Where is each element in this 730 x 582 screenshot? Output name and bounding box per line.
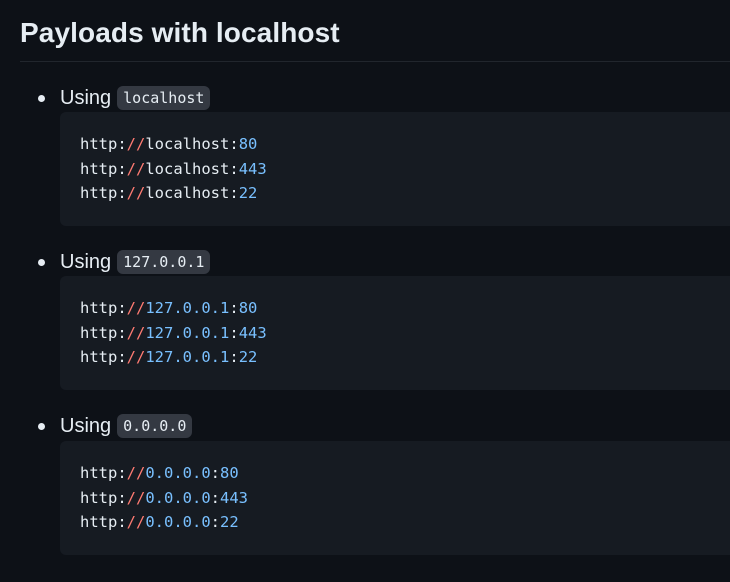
bullet-label-line: Using 0.0.0.0 (60, 413, 193, 439)
url-slashes: // (126, 488, 146, 507)
page-heading: Payloads with localhost (20, 17, 340, 48)
bullet-dot (38, 259, 45, 266)
url-host: localhost (145, 159, 230, 178)
url-port: 80 (238, 299, 258, 317)
url-colon: : (229, 348, 239, 366)
url-slashes: // (126, 348, 146, 366)
code-line: http://127.0.0.1:443 (80, 321, 730, 346)
url-scheme: http: (80, 488, 127, 507)
url-scheme: http: (80, 159, 127, 178)
bullet-label: Using (60, 86, 112, 109)
code-line: http://0.0.0.0:443 (80, 486, 730, 511)
bullet-dot (38, 95, 45, 102)
url-colon: : (229, 159, 239, 178)
url-host: localhost (145, 135, 230, 153)
url-scheme: http: (80, 184, 127, 202)
url-scheme: http: (80, 464, 127, 482)
url-slashes: // (126, 323, 146, 342)
url-host: 0.0.0.0 (145, 464, 211, 482)
code-line: http://0.0.0.0:22 (80, 510, 730, 535)
url-colon: : (229, 323, 239, 342)
url-scheme: http: (80, 513, 127, 531)
url-slashes: // (126, 159, 146, 178)
bullet-label: Using (60, 414, 112, 437)
url-port: 443 (238, 159, 267, 178)
bullet-label: Using (60, 250, 112, 273)
url-port: 22 (220, 513, 239, 531)
url-port: 22 (238, 348, 258, 366)
code-block[interactable]: http://127.0.0.1:80 http://127.0.0.1:443 h… (60, 276, 730, 390)
bullet-label-line: Using 127.0.0.1 (60, 249, 211, 275)
url-slashes: // (126, 135, 146, 153)
url-host: 127.0.0.1 (145, 323, 230, 342)
url-slashes: // (126, 464, 146, 482)
url-port: 80 (238, 135, 258, 153)
url-colon: : (229, 135, 239, 153)
url-slashes: // (126, 513, 146, 531)
url-scheme: http: (80, 348, 127, 366)
url-port: 80 (220, 464, 239, 482)
url-colon: : (229, 184, 239, 202)
code-line: http://127.0.0.1:22 (80, 345, 730, 370)
url-host: localhost (145, 184, 230, 202)
bullet-dot (38, 423, 45, 430)
code-line: http://localhost:80 (80, 132, 730, 157)
url-scheme: http: (80, 135, 127, 153)
inline-code: localhost (117, 86, 211, 110)
code-line: http://0.0.0.0:80 (80, 461, 730, 486)
code-block[interactable]: http://localhost:80 http://localhost:443 h… (60, 112, 730, 226)
url-slashes: // (126, 299, 146, 317)
code-line: http://localhost:22 (80, 181, 730, 206)
url-host: 0.0.0.0 (145, 513, 211, 531)
url-port: 443 (238, 323, 267, 342)
code-line: http://localhost:443 (80, 157, 730, 182)
inline-code: 127.0.0.1 (117, 250, 211, 274)
url-colon: : (210, 513, 221, 531)
url-scheme: http: (80, 299, 127, 317)
code-block[interactable]: http://0.0.0.0:80 http://0.0.0.0:443 http:… (60, 441, 730, 555)
url-colon: : (210, 464, 221, 482)
url-colon: : (210, 488, 221, 507)
url-slashes: // (126, 184, 146, 202)
url-port: 443 (220, 488, 249, 507)
inline-code: 0.0.0.0 (117, 414, 193, 438)
bullet-label-line: Using localhost (60, 85, 211, 111)
url-scheme: http: (80, 323, 127, 342)
url-host: 0.0.0.0 (145, 488, 211, 507)
code-line: http://127.0.0.1:80 (80, 296, 730, 321)
url-host: 127.0.0.1 (145, 348, 230, 366)
heading-divider (20, 61, 730, 62)
url-colon: : (229, 299, 239, 317)
url-port: 22 (238, 184, 258, 202)
url-host: 127.0.0.1 (145, 299, 230, 317)
